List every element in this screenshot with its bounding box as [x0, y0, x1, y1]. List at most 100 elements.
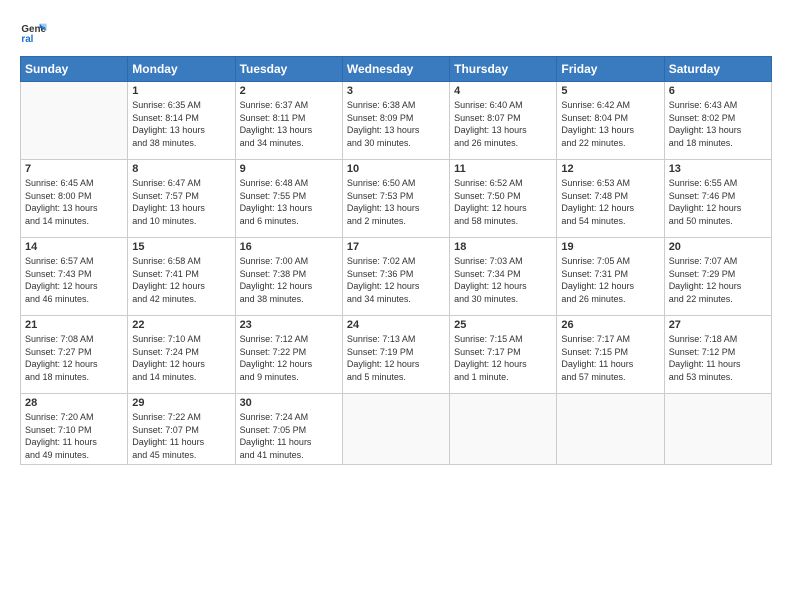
- day-info: Sunrise: 7:13 AM Sunset: 7:19 PM Dayligh…: [347, 333, 445, 383]
- calendar-cell: [664, 394, 771, 465]
- day-number: 26: [561, 319, 659, 331]
- day-info: Sunrise: 7:07 AM Sunset: 7:29 PM Dayligh…: [669, 255, 767, 305]
- calendar-cell: 5 Sunrise: 6:42 AM Sunset: 8:04 PM Daylig…: [557, 82, 664, 160]
- calendar-cell: 20 Sunrise: 7:07 AM Sunset: 7:29 PM Dayli…: [664, 238, 771, 316]
- day-number: 16: [240, 241, 338, 253]
- day-info: Sunrise: 7:03 AM Sunset: 7:34 PM Dayligh…: [454, 255, 552, 305]
- calendar-cell: 19 Sunrise: 7:05 AM Sunset: 7:31 PM Dayli…: [557, 238, 664, 316]
- week-row-1: 1 Sunrise: 6:35 AM Sunset: 8:14 PM Daylig…: [21, 82, 772, 160]
- weekday-header-wednesday: Wednesday: [342, 57, 449, 82]
- day-info: Sunrise: 6:38 AM Sunset: 8:09 PM Dayligh…: [347, 99, 445, 149]
- calendar-cell: 4 Sunrise: 6:40 AM Sunset: 8:07 PM Daylig…: [450, 82, 557, 160]
- day-number: 13: [669, 163, 767, 175]
- calendar-cell: [450, 394, 557, 465]
- weekday-header-friday: Friday: [557, 57, 664, 82]
- day-info: Sunrise: 7:00 AM Sunset: 7:38 PM Dayligh…: [240, 255, 338, 305]
- day-info: Sunrise: 7:08 AM Sunset: 7:27 PM Dayligh…: [25, 333, 123, 383]
- weekday-header-monday: Monday: [128, 57, 235, 82]
- day-number: 19: [561, 241, 659, 253]
- calendar-cell: 11 Sunrise: 6:52 AM Sunset: 7:50 PM Dayli…: [450, 160, 557, 238]
- weekday-header-tuesday: Tuesday: [235, 57, 342, 82]
- day-number: 7: [25, 163, 123, 175]
- day-number: 29: [132, 397, 230, 409]
- calendar-cell: 8Sunrise: 6:47 AM Sunset: 7:57 PM Daylig…: [128, 160, 235, 238]
- day-info: Sunrise: 7:05 AM Sunset: 7:31 PM Dayligh…: [561, 255, 659, 305]
- day-info: Sunrise: 6:55 AM Sunset: 7:46 PM Dayligh…: [669, 177, 767, 227]
- day-number: 4: [454, 85, 552, 97]
- calendar-cell: 1 Sunrise: 6:35 AM Sunset: 8:14 PM Daylig…: [128, 82, 235, 160]
- day-number: 5: [561, 85, 659, 97]
- calendar-cell: [21, 82, 128, 160]
- day-number: 23: [240, 319, 338, 331]
- logo: Gene ral: [20, 18, 52, 46]
- day-info: Sunrise: 6:50 AM Sunset: 7:53 PM Dayligh…: [347, 177, 445, 227]
- calendar-cell: [342, 394, 449, 465]
- weekday-header-thursday: Thursday: [450, 57, 557, 82]
- day-number: 12: [561, 163, 659, 175]
- day-number: 17: [347, 241, 445, 253]
- week-row-3: 14Sunrise: 6:57 AM Sunset: 7:43 PM Dayli…: [21, 238, 772, 316]
- calendar-cell: 21 Sunrise: 7:08 AM Sunset: 7:27 PM Dayli…: [21, 316, 128, 394]
- day-info: Sunrise: 6:58 AM Sunset: 7:41 PM Dayligh…: [132, 255, 230, 305]
- calendar-cell: 29 Sunrise: 7:22 AM Sunset: 7:07 PM Dayli…: [128, 394, 235, 465]
- day-number: 22: [132, 319, 230, 331]
- day-number: 14: [25, 241, 123, 253]
- day-number: 27: [669, 319, 767, 331]
- day-info: Sunrise: 6:53 AM Sunset: 7:48 PM Dayligh…: [561, 177, 659, 227]
- day-info: Sunrise: 7:10 AM Sunset: 7:24 PM Dayligh…: [132, 333, 230, 383]
- day-info: Sunrise: 6:47 AM Sunset: 7:57 PM Dayligh…: [132, 177, 230, 227]
- weekday-header-sunday: Sunday: [21, 57, 128, 82]
- calendar-cell: 25Sunrise: 7:15 AM Sunset: 7:17 PM Dayli…: [450, 316, 557, 394]
- day-info: Sunrise: 6:42 AM Sunset: 8:04 PM Dayligh…: [561, 99, 659, 149]
- day-info: Sunrise: 7:20 AM Sunset: 7:10 PM Dayligh…: [25, 411, 123, 461]
- day-info: Sunrise: 7:12 AM Sunset: 7:22 PM Dayligh…: [240, 333, 338, 383]
- calendar-cell: 24 Sunrise: 7:13 AM Sunset: 7:19 PM Dayli…: [342, 316, 449, 394]
- weekday-header-saturday: Saturday: [664, 57, 771, 82]
- day-info: Sunrise: 6:40 AM Sunset: 8:07 PM Dayligh…: [454, 99, 552, 149]
- calendar-cell: 26 Sunrise: 7:17 AM Sunset: 7:15 PM Dayli…: [557, 316, 664, 394]
- calendar-cell: 9Sunrise: 6:48 AM Sunset: 7:55 PM Daylig…: [235, 160, 342, 238]
- calendar-cell: 13 Sunrise: 6:55 AM Sunset: 7:46 PM Dayli…: [664, 160, 771, 238]
- day-number: 3: [347, 85, 445, 97]
- day-info: Sunrise: 6:43 AM Sunset: 8:02 PM Dayligh…: [669, 99, 767, 149]
- calendar-cell: 17 Sunrise: 7:02 AM Sunset: 7:36 PM Dayli…: [342, 238, 449, 316]
- calendar-cell: 16 Sunrise: 7:00 AM Sunset: 7:38 PM Dayli…: [235, 238, 342, 316]
- day-info: Sunrise: 7:22 AM Sunset: 7:07 PM Dayligh…: [132, 411, 230, 461]
- calendar-cell: 18 Sunrise: 7:03 AM Sunset: 7:34 PM Dayli…: [450, 238, 557, 316]
- calendar-cell: 30 Sunrise: 7:24 AM Sunset: 7:05 PM Dayli…: [235, 394, 342, 465]
- weekday-header-row: SundayMondayTuesdayWednesdayThursdayFrid…: [21, 57, 772, 82]
- calendar-cell: 27Sunrise: 7:18 AM Sunset: 7:12 PM Dayli…: [664, 316, 771, 394]
- calendar-cell: [557, 394, 664, 465]
- day-number: 2: [240, 85, 338, 97]
- day-number: 10: [347, 163, 445, 175]
- week-row-2: 7Sunrise: 6:45 AM Sunset: 8:00 PM Daylig…: [21, 160, 772, 238]
- day-number: 21: [25, 319, 123, 331]
- day-number: 20: [669, 241, 767, 253]
- calendar-cell: 22 Sunrise: 7:10 AM Sunset: 7:24 PM Dayli…: [128, 316, 235, 394]
- day-info: Sunrise: 6:37 AM Sunset: 8:11 PM Dayligh…: [240, 99, 338, 149]
- day-info: Sunrise: 7:24 AM Sunset: 7:05 PM Dayligh…: [240, 411, 338, 461]
- calendar-cell: 7Sunrise: 6:45 AM Sunset: 8:00 PM Daylig…: [21, 160, 128, 238]
- day-number: 11: [454, 163, 552, 175]
- week-row-5: 28Sunrise: 7:20 AM Sunset: 7:10 PM Dayli…: [21, 394, 772, 465]
- calendar-cell: 14Sunrise: 6:57 AM Sunset: 7:43 PM Dayli…: [21, 238, 128, 316]
- day-number: 18: [454, 241, 552, 253]
- day-number: 30: [240, 397, 338, 409]
- week-row-4: 21 Sunrise: 7:08 AM Sunset: 7:27 PM Dayli…: [21, 316, 772, 394]
- day-info: Sunrise: 6:35 AM Sunset: 8:14 PM Dayligh…: [132, 99, 230, 149]
- day-info: Sunrise: 7:17 AM Sunset: 7:15 PM Dayligh…: [561, 333, 659, 383]
- svg-text:ral: ral: [21, 34, 33, 45]
- calendar-cell: 2 Sunrise: 6:37 AM Sunset: 8:11 PM Daylig…: [235, 82, 342, 160]
- calendar-page: Gene ral SundayMondayTuesdayWednesdayThu…: [0, 0, 792, 612]
- calendar-cell: 12 Sunrise: 6:53 AM Sunset: 7:48 PM Dayli…: [557, 160, 664, 238]
- day-number: 6: [669, 85, 767, 97]
- day-number: 1: [132, 85, 230, 97]
- page-header: Gene ral: [20, 18, 772, 46]
- calendar-cell: 15Sunrise: 6:58 AM Sunset: 7:41 PM Dayli…: [128, 238, 235, 316]
- day-number: 24: [347, 319, 445, 331]
- calendar-cell: 23 Sunrise: 7:12 AM Sunset: 7:22 PM Dayli…: [235, 316, 342, 394]
- day-info: Sunrise: 6:52 AM Sunset: 7:50 PM Dayligh…: [454, 177, 552, 227]
- day-number: 9: [240, 163, 338, 175]
- day-info: Sunrise: 7:02 AM Sunset: 7:36 PM Dayligh…: [347, 255, 445, 305]
- calendar-cell: 3 Sunrise: 6:38 AM Sunset: 8:09 PM Daylig…: [342, 82, 449, 160]
